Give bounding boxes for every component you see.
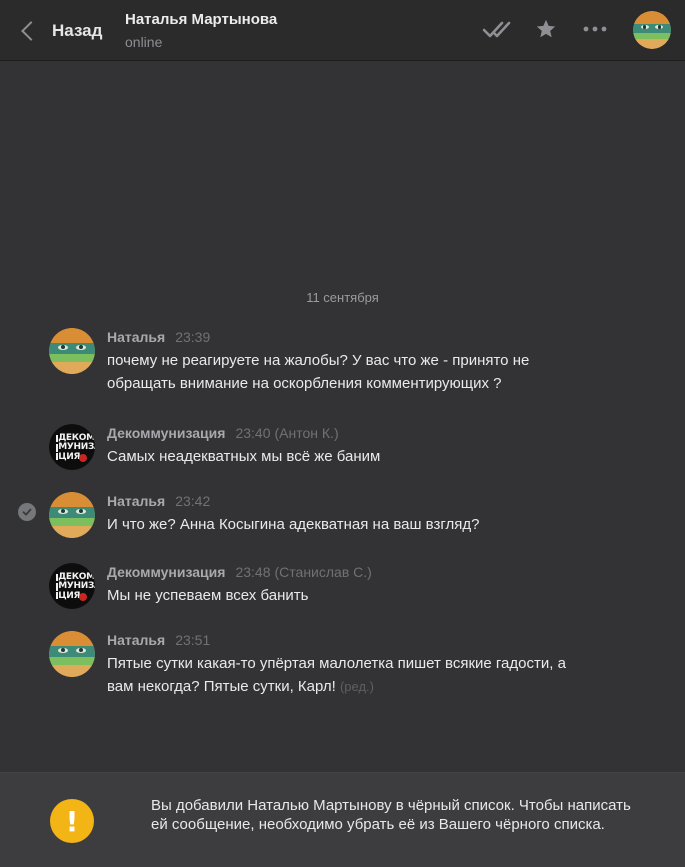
message-time[interactable]: 23:39 — [175, 329, 210, 345]
avatar-image — [633, 11, 671, 49]
hammer-sickle-icon — [79, 593, 88, 602]
message-time[interactable]: 23:48 — [235, 564, 270, 580]
author-avatar[interactable] — [49, 328, 95, 374]
exclamation-icon: ! — [50, 799, 94, 843]
edited-mark: (ред.) — [339, 679, 374, 694]
message-text: И что же? Анна Косыгина адекватная на ва… — [107, 516, 480, 533]
community-avatar[interactable]: ДЕКОМ МУНИЗА ЦИЯ — [49, 424, 95, 470]
more-dots-icon — [583, 26, 607, 32]
message-text: Мы не успеваем всех банить — [107, 587, 309, 604]
more-button[interactable] — [578, 14, 612, 44]
message-header: Декоммунизация 23:40 (Антон К.) — [107, 424, 339, 442]
hammer-sickle-icon — [79, 454, 88, 463]
date-separator: 11 сентября — [306, 290, 379, 305]
avatar-text-line: МУНИЗА — [58, 442, 95, 453]
message-text-body: Пятые сутки какая-то упёртая малолетка п… — [107, 655, 566, 695]
back-label: Назад — [52, 21, 103, 40]
author-signature: (Станислав С.) — [274, 564, 372, 580]
message-time[interactable]: 23:40 — [235, 425, 270, 441]
author-name[interactable]: Наталья — [107, 329, 165, 345]
message-text: Самых неадекватных мы всё же баним — [107, 448, 381, 465]
avatar-text-line: МУНИЗА — [58, 581, 95, 592]
author-signature: (Антон К.) — [274, 425, 339, 441]
chat-header: Назад Наталья Мартынова online — [0, 0, 685, 61]
blacklist-notice-text: Вы добавили Наталью Мартынову в чёрный с… — [151, 797, 631, 833]
author-name[interactable]: Наталья — [107, 632, 165, 648]
blacklist-notice-bar: ! Вы добавили Наталью Мартынову в чёрный… — [0, 772, 685, 867]
peer-status: online — [125, 34, 163, 50]
back-button[interactable]: Назад — [20, 16, 102, 46]
author-avatar[interactable] — [49, 492, 95, 538]
author-avatar[interactable] — [49, 631, 95, 677]
message-header: Наталья 23:51 — [107, 631, 210, 649]
message-text: почему не реагируете на жалобы? У вас чт… — [107, 352, 530, 392]
message-text: Пятые сутки какая-то упёртая малолетка п… — [107, 652, 577, 698]
author-name[interactable]: Декоммунизация — [107, 564, 225, 580]
avatar-text-line: ЦИЯ — [58, 451, 81, 462]
peer-avatar[interactable] — [633, 11, 671, 49]
message-time[interactable]: 23:51 — [175, 632, 210, 648]
selected-check-icon[interactable] — [18, 503, 36, 521]
message-time[interactable]: 23:42 — [175, 493, 210, 509]
double-check-icon — [482, 21, 511, 38]
author-name[interactable]: Наталья — [107, 493, 165, 509]
message-header: Наталья 23:42 — [107, 492, 210, 510]
peer-info[interactable]: Наталья Мартынова online — [125, 11, 277, 51]
favorite-button[interactable] — [529, 14, 563, 44]
chat-window: Назад Наталья Мартынова online 11 сентяб… — [0, 0, 685, 867]
community-avatar[interactable]: ДЕКОМ МУНИЗА ЦИЯ — [49, 563, 95, 609]
star-icon — [536, 19, 556, 38]
peer-name: Наталья Мартынова — [125, 11, 278, 28]
chevron-left-icon — [21, 21, 41, 41]
mark-read-button[interactable] — [482, 14, 516, 44]
avatar-text-line: ЦИЯ — [58, 590, 81, 601]
message-header: Декоммунизация 23:48 (Станислав С.) — [107, 563, 372, 581]
author-name[interactable]: Декоммунизация — [107, 425, 225, 441]
message-header: Наталья 23:39 — [107, 328, 210, 346]
